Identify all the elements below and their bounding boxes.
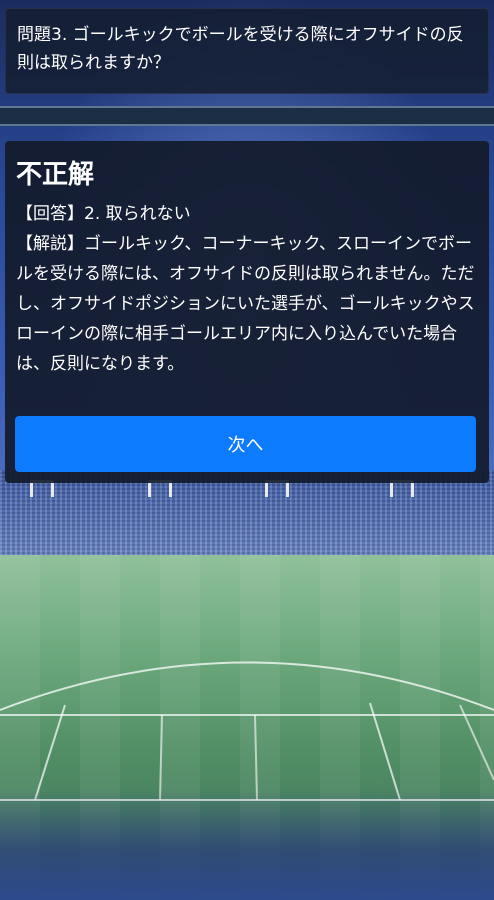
answer-text: 【回答】2. 取られない — [16, 204, 191, 224]
result-panel: 不正解 【回答】2. 取られない 【解説】ゴールキック、コーナーキック、スローイ… — [5, 141, 489, 483]
explanation-text: 【解説】ゴールキック、コーナーキック、スローインでボールを受ける際には、オフサイ… — [16, 234, 475, 374]
next-button[interactable]: 次へ — [15, 416, 476, 472]
result-title: 不正解 — [16, 160, 95, 190]
question-text: 問題3. ゴールキックでボールを受ける際にオフサイドの反則は取られますか？ — [17, 25, 464, 73]
question-box: 問題3. ゴールキックでボールを受ける際にオフサイドの反則は取られますか？ — [5, 8, 489, 94]
bottom-fade — [0, 790, 494, 900]
divider-bar — [0, 106, 494, 126]
stadium-crowd — [0, 470, 494, 560]
